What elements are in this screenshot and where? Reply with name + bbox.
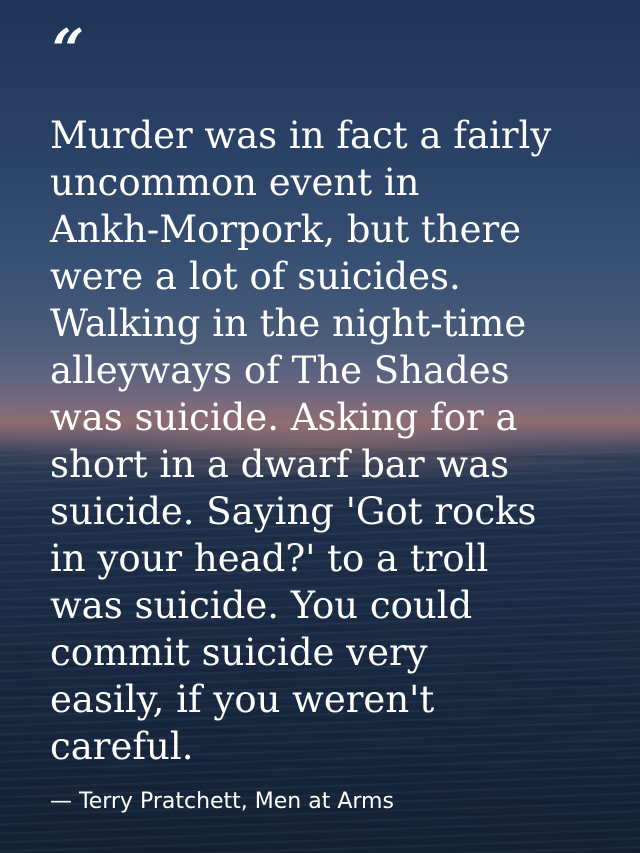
quote-line: short in a dwarf bar was (50, 443, 510, 486)
quote-line: suicide. Saying 'Got rocks (50, 490, 537, 533)
quote-line: uncommon event in (50, 161, 420, 204)
quote-line: Ankh-Morpork, but there (50, 208, 522, 251)
quote-line: in your head?' to a troll (50, 537, 489, 580)
attribution: — Terry Pratchett, Men at Arms (50, 789, 394, 814)
quote-text: Murder was in fact a fairly uncommon eve… (50, 112, 610, 770)
open-quote-icon: “ (52, 17, 84, 83)
quote-line: was suicide. Asking for a (50, 396, 518, 439)
quote-line: Murder was in fact a fairly (50, 114, 552, 157)
quote-line: commit suicide very (50, 631, 428, 674)
quote-line: was suicide. You could (50, 584, 473, 627)
quote-line: careful. (50, 725, 194, 768)
quote-line: were a lot of suicides. (50, 255, 461, 298)
quote-line: easily, if you weren't (50, 678, 435, 721)
quote-card: “ Murder was in fact a fairly uncommon e… (50, 0, 610, 853)
quote-line: Walking in the night-time (50, 302, 527, 345)
quote-line: alleyways of The Shades (50, 349, 510, 392)
